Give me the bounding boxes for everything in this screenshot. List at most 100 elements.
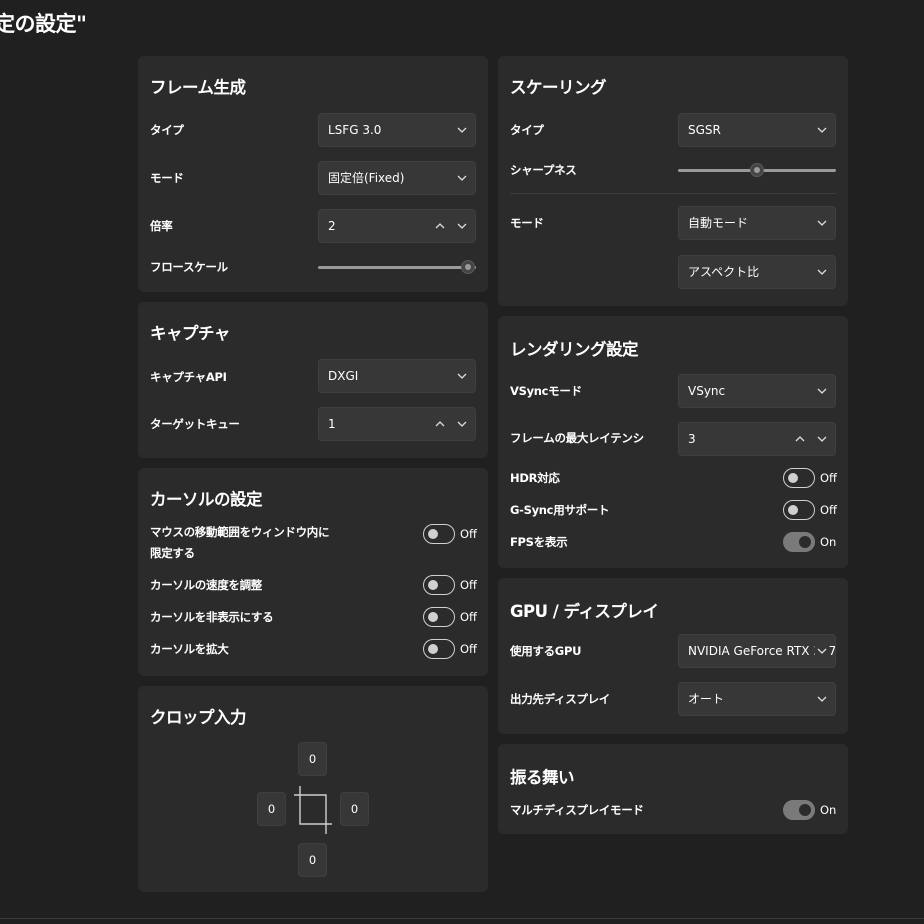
hide-cursor-toggle[interactable] [423, 607, 455, 627]
sharpness-label: シャープネス [510, 163, 577, 177]
multiplier-stepper[interactable]: 2 [318, 209, 476, 243]
type-dropdown[interactable]: LSFG 3.0 [318, 113, 476, 147]
gpu-dropdown[interactable]: NVIDIA GeForce RTX 307 [678, 634, 836, 668]
output-display-label: 出力先ディスプレイ [510, 692, 610, 706]
slider-thumb[interactable] [461, 260, 476, 274]
scaling-mode-label: モード [510, 216, 544, 230]
chevron-down-icon [815, 683, 829, 715]
max-latency-value: 3 [688, 432, 696, 446]
multiplier-value: 2 [328, 219, 336, 233]
frame-generation-card: フレーム生成 タイプ LSFG 3.0 モード 固定倍(Fixed) 倍率 2 … [138, 56, 488, 292]
toggle-knob [799, 804, 811, 816]
target-queue-stepper[interactable]: 1 [318, 407, 476, 441]
chevron-down-icon[interactable] [815, 423, 829, 455]
gsync-label: G-Sync用サポート [510, 503, 610, 517]
capture-api-label: キャプチャAPI [150, 370, 227, 384]
max-latency-stepper[interactable]: 3 [678, 422, 836, 456]
sharpness-slider[interactable] [678, 163, 836, 177]
vsync-mode-dropdown[interactable]: VSync [678, 374, 836, 408]
capture-api-value: DXGI [328, 369, 359, 383]
crop-icon [294, 786, 332, 834]
crop-top-input[interactable]: 0 [298, 742, 327, 776]
toggle-state: Off [820, 471, 837, 485]
cursor-speed-toggle[interactable] [423, 575, 455, 595]
toggle-state: Off [460, 642, 477, 656]
card-title: クロップ入力 [150, 708, 247, 727]
card-title: フレーム生成 [150, 78, 246, 97]
cursor-speed-label: カーソルの速度を調整 [150, 578, 262, 592]
type-label: タイプ [150, 123, 184, 137]
gpu-display-card: GPU / ディスプレイ 使用するGPU NVIDIA GeForce RTX … [498, 578, 848, 734]
hide-cursor-label: カーソルを非表示にする [150, 610, 274, 624]
slider-track [318, 266, 476, 269]
toggle-state: Off [460, 578, 477, 592]
card-title: 振る舞い [510, 768, 575, 787]
gpu-label: 使用するGPU [510, 644, 582, 658]
enlarge-cursor-toggle[interactable] [423, 639, 455, 659]
crop-right-input[interactable]: 0 [340, 792, 369, 826]
scaling-type-value: SGSR [688, 123, 721, 137]
chevron-down-icon [455, 114, 469, 146]
hdr-label: HDR対応 [510, 471, 560, 485]
behavior-card: 振る舞い マルチディスプレイモード On [498, 744, 848, 834]
divider [510, 193, 836, 194]
chevron-down-icon [455, 360, 469, 392]
chevron-down-icon[interactable] [455, 210, 469, 242]
flow-scale-slider[interactable] [318, 260, 476, 274]
cursor-settings-card: カーソルの設定 マウスの移動範囲をウィンドウ内に限定する Off カーソルの速度… [138, 468, 488, 676]
scaling-mode-value: 自動モード [688, 216, 749, 230]
slider-thumb[interactable] [750, 163, 764, 177]
enlarge-cursor-label: カーソルを拡大 [150, 642, 229, 656]
scaling-mode-dropdown[interactable]: 自動モード [678, 206, 836, 240]
capture-card: キャプチャ キャプチャAPI DXGI ターゲットキュー 1 [138, 302, 488, 458]
chevron-down-icon [455, 162, 469, 194]
crop-left-input[interactable]: 0 [257, 792, 286, 826]
chevron-up-icon[interactable] [793, 423, 807, 455]
multi-display-toggle[interactable] [783, 800, 815, 820]
chevron-down-icon [815, 256, 829, 288]
scaling-card: スケーリング タイプ SGSR シャープネス モード 自動モード アスペクト比 [498, 56, 848, 306]
chevron-up-icon[interactable] [433, 408, 447, 440]
toggle-knob [428, 612, 438, 622]
rendering-settings-card: レンダリング設定 VSyncモード VSync フレームの最大レイテンシ 3 H… [498, 316, 848, 568]
output-display-dropdown[interactable]: オート [678, 682, 836, 716]
confine-cursor-label: マウスの移動範囲をウィンドウ内に限定する [150, 525, 330, 560]
toggle-knob [428, 529, 438, 539]
card-title: カーソルの設定 [150, 490, 263, 509]
show-fps-label: FPSを表示 [510, 535, 568, 549]
show-fps-toggle[interactable] [783, 532, 815, 552]
chevron-up-icon[interactable] [433, 210, 447, 242]
toggle-state: On [820, 803, 837, 817]
multi-display-label: マルチディスプレイモード [510, 803, 644, 817]
card-title: レンダリング設定 [510, 340, 639, 359]
mode-dropdown[interactable]: 固定倍(Fixed) [318, 161, 476, 195]
vsync-mode-label: VSyncモード [510, 384, 582, 398]
chevron-down-icon[interactable] [455, 408, 469, 440]
card-title: GPU / ディスプレイ [510, 602, 659, 621]
toggle-knob [428, 580, 438, 590]
toggle-knob [788, 505, 798, 515]
chevron-down-icon [815, 114, 829, 146]
hdr-toggle[interactable] [783, 468, 815, 488]
multiplier-label: 倍率 [150, 219, 173, 233]
crop-input-card: クロップ入力 0 0 0 0 [138, 686, 488, 892]
capture-api-dropdown[interactable]: DXGI [318, 359, 476, 393]
aspect-ratio-value: アスペクト比 [688, 265, 760, 279]
vsync-mode-value: VSync [688, 384, 726, 398]
target-queue-label: ターゲットキュー [150, 417, 240, 431]
toggle-knob [428, 644, 438, 654]
toggle-state: Off [820, 503, 837, 517]
output-display-value: オート [688, 692, 725, 706]
chevron-down-icon [815, 375, 829, 407]
confine-cursor-toggle[interactable] [423, 524, 455, 544]
chevron-down-icon [815, 207, 829, 239]
max-latency-label: フレームの最大レイテンシ [510, 431, 644, 445]
crop-bottom-input[interactable]: 0 [298, 843, 327, 877]
gsync-toggle[interactable] [783, 500, 815, 520]
aspect-ratio-dropdown[interactable]: アスペクト比 [678, 255, 836, 289]
scaling-type-dropdown[interactable]: SGSR [678, 113, 836, 147]
divider [0, 918, 924, 919]
toggle-state: On [820, 535, 837, 549]
type-value: LSFG 3.0 [328, 123, 382, 137]
toggle-state: Off [460, 527, 477, 541]
